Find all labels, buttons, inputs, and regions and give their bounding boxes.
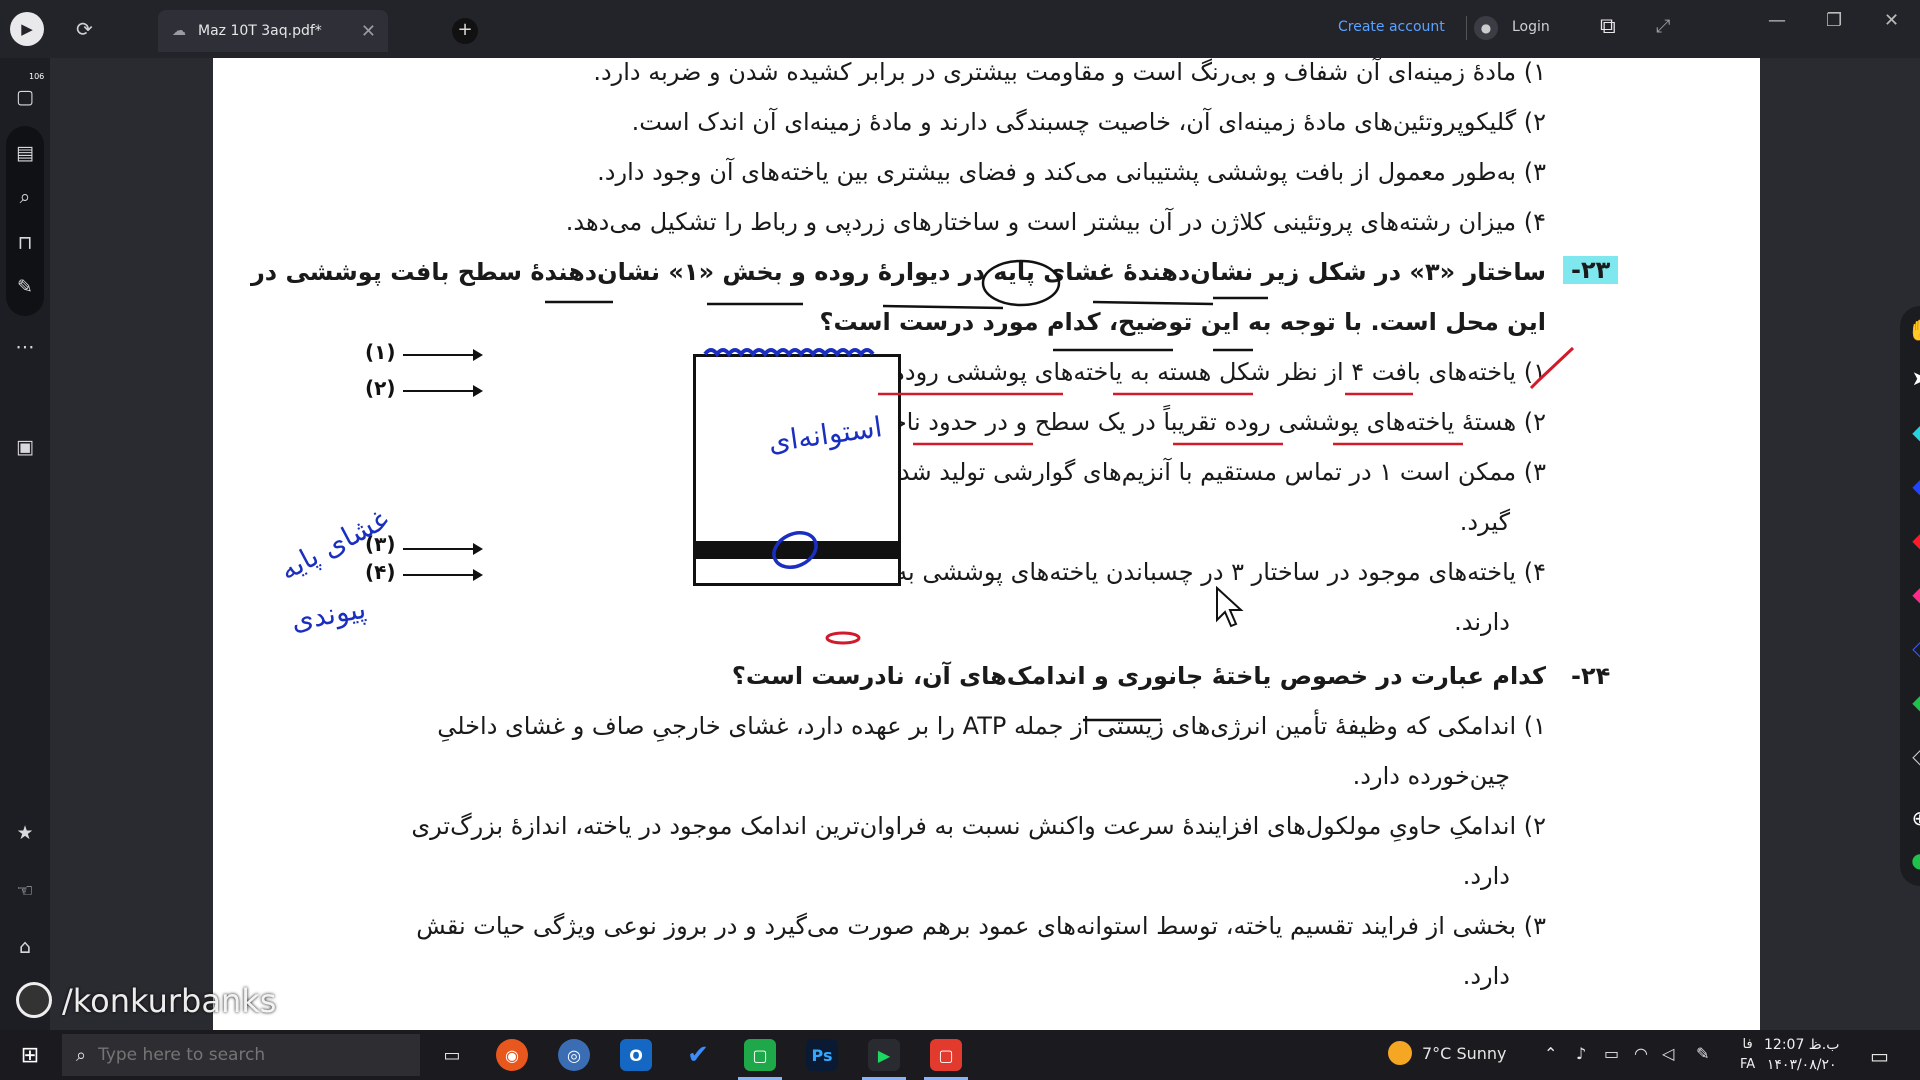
hand-tool-icon[interactable]: ✋ <box>1900 318 1920 342</box>
watermark-text: /konkurbanks <box>62 982 277 1020</box>
app-swirl-icon[interactable]: ◎ <box>558 1039 590 1071</box>
check-mark <box>1529 346 1575 390</box>
close-window-button[interactable]: ✕ <box>1884 10 1899 31</box>
weather-text[interactable]: 7°C Sunny <box>1422 1044 1506 1063</box>
circle-mark <box>981 259 1061 307</box>
play-tool-icon[interactable]: ● <box>1900 848 1920 872</box>
document-viewer[interactable]: ۱) مادهٔ زمینه‌ای آن شفاف و بی‌رنگ است و… <box>50 58 1920 1030</box>
left-sidebar: ▢ 106 ▤ ⌕ ⊓ ✎ ⋯ ▣ ★ ☜ ⌂ <box>0 58 50 1030</box>
battery-icon[interactable]: ▭ <box>1604 1044 1619 1063</box>
photoshop-icon[interactable]: Ps <box>806 1039 838 1071</box>
language-code: FA <box>1740 1057 1756 1072</box>
task-view-icon[interactable]: ▭ <box>430 1030 474 1080</box>
stem-underlines <box>545 296 1268 310</box>
weather-sun-icon <box>1388 1041 1412 1065</box>
divider <box>1466 16 1467 40</box>
tab-title: Maz 10T 3aq.pdf* <box>198 23 322 39</box>
app-window: ▶ ⟳ ☁ Maz 10T 3aq.pdf* ✕ + Create accoun… <box>0 0 1920 1080</box>
app-logo-icon[interactable]: ▶ <box>10 12 44 46</box>
language-indicator[interactable]: فا FA <box>1740 1035 1755 1075</box>
search-icon[interactable]: ⌕ <box>0 186 50 208</box>
cloud-icon: ☁ <box>172 23 186 39</box>
pen-annotations <box>545 259 1575 722</box>
pages-icon[interactable]: ▢ <box>0 86 50 108</box>
system-clock[interactable]: 12:07 ب.ظ ۱۴۰۳/۰۸/۲۰ <box>1764 1035 1839 1075</box>
pen-red-icon[interactable]: ◆ <box>1900 528 1920 552</box>
login-button[interactable]: Login <box>1512 19 1550 35</box>
user-icon[interactable]: ● <box>1474 16 1498 40</box>
volume-icon[interactable]: ◁ <box>1662 1044 1674 1063</box>
close-tab-icon[interactable]: ✕ <box>361 21 376 42</box>
expand-icon[interactable]: ⤢ <box>1656 16 1670 37</box>
taskbar-search-input[interactable] <box>98 1045 299 1065</box>
add-tool-icon[interactable]: ⊕ <box>1900 806 1920 830</box>
pdf-viewer-icon[interactable]: ▶ <box>868 1039 900 1071</box>
title-bar: ▶ ⟳ ☁ Maz 10T 3aq.pdf* ✕ + Create accoun… <box>0 0 1920 58</box>
annotation-toolbar: ✋ ➤ ◆ ◆ ◆ ◆ ◇ ◆ ◇ ⊕ ● <box>1900 306 1920 886</box>
cloud-sync-icon[interactable]: ⟳ <box>76 17 93 41</box>
highlighter-cyan-icon[interactable]: ◆ <box>1900 420 1920 444</box>
camtasia-red-icon[interactable]: ▢ <box>930 1039 962 1071</box>
clipboard-icon[interactable]: ▣ <box>0 436 50 458</box>
tab-document[interactable]: ☁ Maz 10T 3aq.pdf* ✕ <box>158 10 388 52</box>
create-account-link[interactable]: Create account <box>1338 19 1445 35</box>
microphone-icon[interactable]: ♪ <box>1576 1044 1586 1063</box>
pen-blue-icon[interactable]: ◆ <box>1900 474 1920 498</box>
wavy-surface-mark <box>703 348 875 358</box>
pdf-page[interactable]: ۱) مادهٔ زمینه‌ای آن شفاف و بی‌رنگ است و… <box>213 58 1760 1030</box>
pages-badge: 106 <box>29 72 45 81</box>
taskbar: ⊞ ⌕ ▭ ◉ ◎ O ✔ ▢ Ps ▶ ▢ 7°C Sunny ⌃ ♪ ▭ ◠… <box>0 1030 1920 1080</box>
red-nucleus-sketch <box>825 631 861 645</box>
notifications-icon[interactable]: ▭ <box>1870 1044 1889 1068</box>
watermark-logo-icon <box>16 982 52 1018</box>
wifi-icon[interactable]: ◠ <box>1634 1044 1648 1063</box>
outlook-icon[interactable]: O <box>620 1039 652 1071</box>
mouse-cursor-icon <box>1216 586 1244 628</box>
hand-wave-icon[interactable]: ☜ <box>0 880 50 902</box>
maximize-button[interactable]: ❐ <box>1826 10 1842 31</box>
select-tool-icon[interactable]: ➤ <box>1900 366 1920 390</box>
star-icon[interactable]: ★ <box>0 822 50 844</box>
clock-date: ۱۴۰۳/۰۸/۲۰ <box>1766 1057 1837 1073</box>
language-fa-script: فا <box>1742 1037 1753 1052</box>
search-icon: ⌕ <box>76 1044 87 1066</box>
share-icon[interactable]: ⧉ <box>1600 14 1616 39</box>
new-tab-button[interactable]: + <box>452 18 478 44</box>
firefox-icon[interactable]: ◉ <box>496 1039 528 1071</box>
eraser-icon[interactable]: ◇ <box>1900 744 1920 768</box>
pen-pink-icon[interactable]: ◆ <box>1900 582 1920 606</box>
pen-indigo-icon[interactable]: ◇ <box>1900 636 1920 660</box>
windows-start-icon[interactable]: ⊞ <box>10 1030 50 1080</box>
tray-chevron-icon[interactable]: ⌃ <box>1544 1044 1557 1063</box>
more-icon[interactable]: ⋯ <box>0 336 50 358</box>
camtasia-green-icon[interactable]: ▢ <box>744 1039 776 1071</box>
todo-check-icon[interactable]: ✔ <box>682 1039 714 1071</box>
pen-tray-icon[interactable]: ✎ <box>1696 1044 1709 1063</box>
taskbar-search[interactable]: ⌕ <box>62 1034 420 1076</box>
minimize-button[interactable]: — <box>1768 10 1786 31</box>
pen-green-icon[interactable]: ◆ <box>1900 690 1920 714</box>
notes-icon[interactable]: ✎ <box>0 276 50 298</box>
graduation-cap-icon[interactable]: ⌂ <box>0 936 50 958</box>
bookmark-icon[interactable]: ⊓ <box>0 232 50 254</box>
clock-time: 12:07 ب.ظ <box>1764 1037 1840 1053</box>
book-icon[interactable]: ▤ <box>0 142 50 164</box>
nucleus-sketch <box>772 531 818 569</box>
